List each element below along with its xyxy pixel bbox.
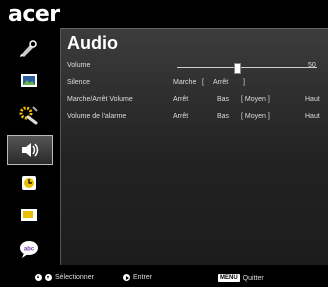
selection-bracket-close: ] [243, 79, 245, 86]
language-icon: abc [20, 241, 38, 258]
volume-slider-thumb[interactable] [234, 63, 242, 74]
power-volume-option-medium[interactable]: [ Moyen ] [241, 96, 270, 103]
enter-hint-label: Entrer [133, 274, 153, 281]
power-volume-option-high[interactable]: Haut [305, 96, 320, 103]
volume-slider-track[interactable] [177, 63, 317, 74]
timer-icon [22, 176, 36, 190]
audio-speaker-icon [22, 143, 39, 157]
alarm-volume-option-medium[interactable]: [ Moyen ] [241, 113, 270, 120]
power-volume-option-low[interactable]: Bas [217, 96, 229, 103]
sidebar-item-screen[interactable] [9, 202, 49, 228]
sidebar-item-timer[interactable] [9, 170, 49, 196]
alarm-volume-label: Volume de l'alarme [67, 113, 127, 120]
right-arrow-icon [123, 274, 130, 281]
selection-bracket-open: [ [202, 79, 204, 86]
alarm-volume-option-low[interactable]: Bas [217, 113, 229, 120]
sidebar-item-picture-settings[interactable] [9, 36, 49, 62]
sidebar-item-image[interactable] [9, 68, 49, 94]
power-volume-option-off[interactable]: Arrêt [173, 96, 188, 103]
sidebar-item-audio[interactable] [7, 135, 53, 165]
management-tools-icon [19, 106, 38, 125]
acer-logo: acer [8, 2, 60, 27]
silence-option-off[interactable]: Arrêt [213, 79, 228, 86]
power-volume-row[interactable]: Marche/Arrêt Volume Arrêt Bas [ Moyen ] … [67, 96, 325, 108]
silence-label: Silence [67, 79, 90, 86]
volume-value: 50 [308, 62, 316, 69]
sidebar-menu: abc [0, 34, 62, 268]
menu-key-icon: MENU [218, 274, 240, 282]
sidebar-item-language[interactable]: abc [9, 236, 49, 262]
volume-label: Volume [67, 62, 91, 69]
alarm-volume-option-off[interactable]: Arrêt [173, 113, 188, 120]
silence-option-on[interactable]: Marche [173, 79, 196, 86]
picture-settings-icon [20, 40, 37, 57]
volume-row[interactable]: Volume 50 [67, 62, 325, 74]
quit-hint-label: Quitter [242, 274, 264, 282]
footer-hints: Sélectionner Entrer MENU Quitter [0, 270, 328, 287]
select-hint: Sélectionner [35, 274, 94, 281]
alarm-volume-option-high[interactable]: Haut [305, 113, 320, 120]
alarm-volume-row[interactable]: Volume de l'alarme Arrêt Bas [ Moyen ] H… [67, 113, 325, 125]
quit-hint: MENU Quitter [218, 274, 264, 282]
up-arrow-icon [35, 274, 42, 281]
silence-row[interactable]: Silence Marche [ Arrêt ] [67, 79, 325, 91]
audio-settings-panel: Audio Volume 50 Silence Marche [ Arrêt ]… [60, 28, 328, 265]
page-title: Audio [67, 33, 118, 53]
image-icon [21, 74, 37, 87]
svg-text:abc: abc [24, 247, 35, 253]
enter-hint: Entrer [123, 274, 152, 281]
screen-icon [21, 209, 37, 221]
select-hint-label: Sélectionner [55, 274, 94, 281]
sidebar-item-management[interactable] [9, 102, 49, 128]
power-volume-label: Marche/Arrêt Volume [67, 96, 133, 103]
down-arrow-icon [45, 274, 52, 281]
